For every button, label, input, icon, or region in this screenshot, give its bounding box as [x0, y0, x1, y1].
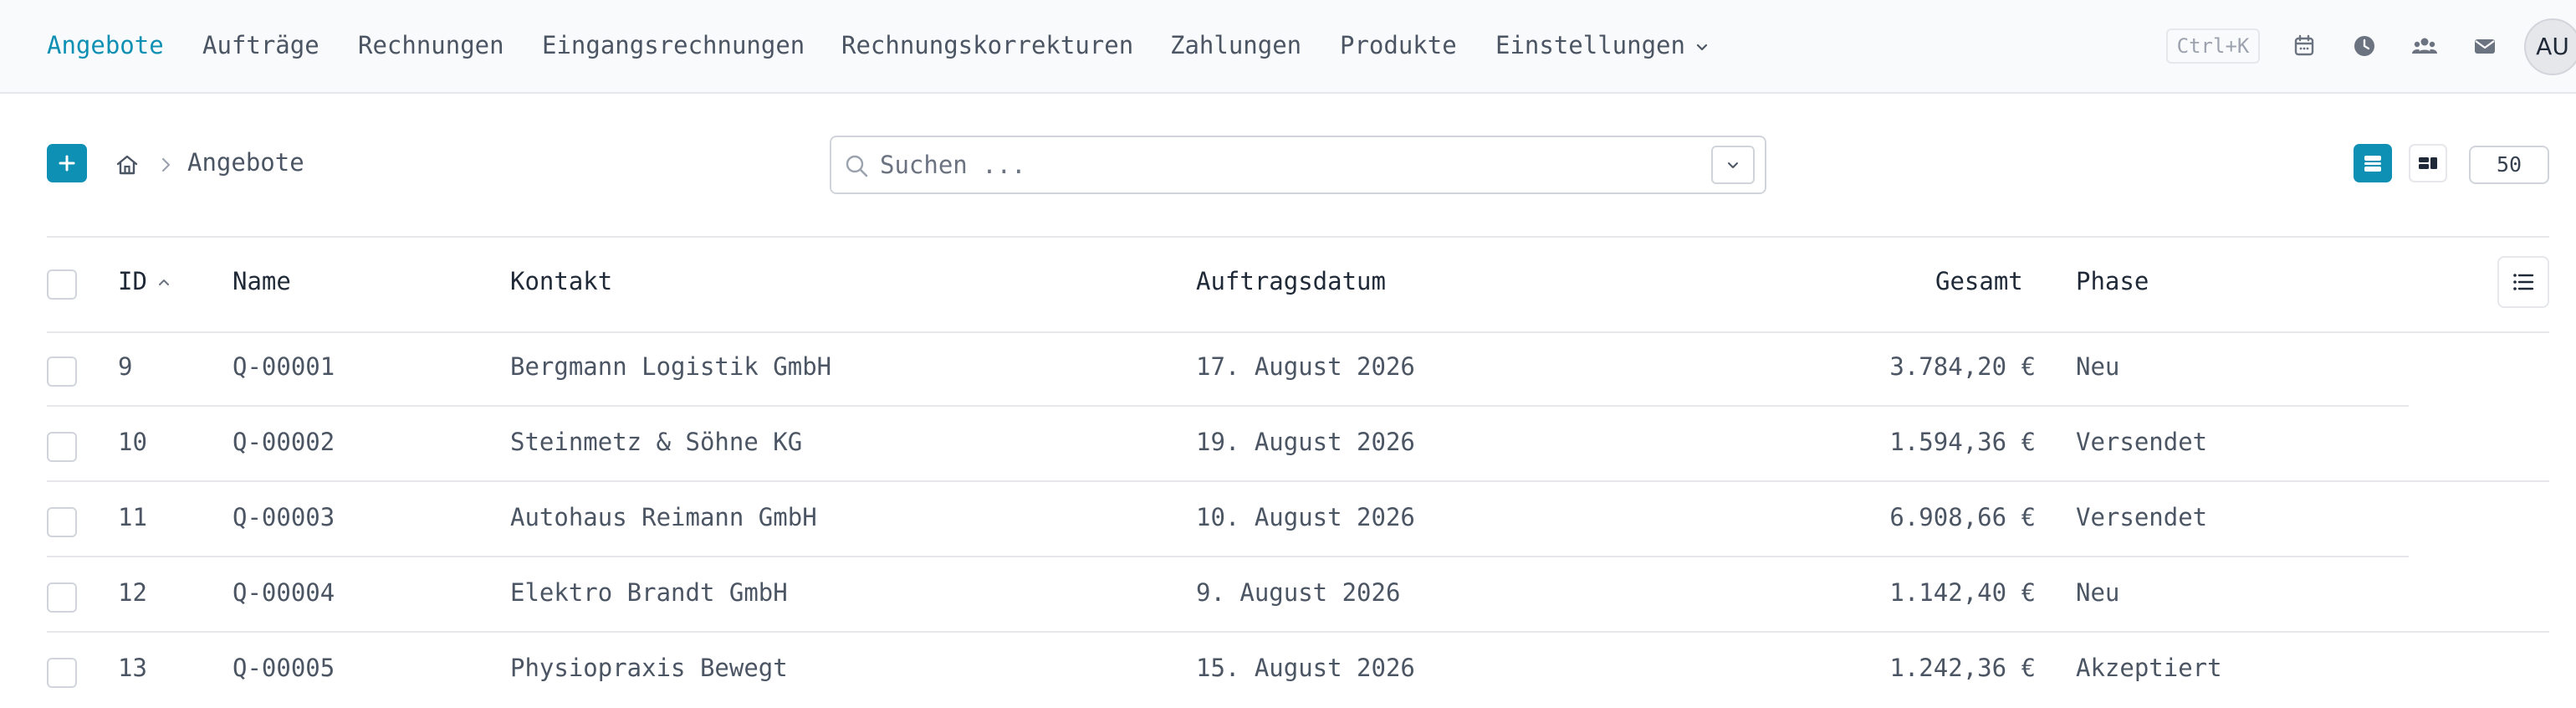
- search-box: [830, 136, 1766, 194]
- chevron-down-icon: [1696, 44, 1708, 51]
- calendar-icon[interactable]: [2290, 32, 2318, 60]
- cell-gesamt: 1.594,36 €: [1889, 428, 2036, 456]
- cell-auftragsdatum: 17. August 2026: [1196, 352, 1415, 381]
- breadcrumb-current: Angebote: [187, 148, 304, 177]
- search-input[interactable]: [880, 144, 1683, 186]
- list-view-button[interactable]: [2354, 144, 2392, 182]
- table-row[interactable]: 12 Q-00004 Elektro Brandt GmbH 9. August…: [0, 557, 2576, 633]
- nav-item-einstellungen-label: Einstellungen: [1495, 31, 1685, 59]
- cell-gesamt: 3.784,20 €: [1889, 352, 2036, 381]
- cell-gesamt: 1.242,36 €: [1889, 654, 2036, 682]
- sort-ascending-icon: [158, 280, 169, 285]
- cell-id: 13: [118, 654, 147, 682]
- cell-phase: Neu: [2076, 578, 2120, 607]
- column-header-kontakt[interactable]: Kontakt: [510, 266, 612, 296]
- list-view-icon: [2364, 156, 2381, 172]
- cell-kontakt: Steinmetz & Söhne KG: [510, 428, 803, 456]
- select-all-checkbox[interactable]: [47, 269, 77, 300]
- cell-auftragsdatum: 15. August 2026: [1196, 654, 1415, 682]
- cell-name: Q-00004: [233, 578, 335, 607]
- nav-item-rechnungen[interactable]: Rechnungen: [358, 30, 504, 60]
- kanban-view-icon: [2419, 157, 2437, 169]
- nav-item-auftraege[interactable]: Aufträge: [202, 30, 319, 60]
- cell-kontakt: Physiopraxis Bewegt: [510, 654, 788, 682]
- cell-gesamt: 1.142,40 €: [1889, 578, 2036, 607]
- user-avatar[interactable]: AU: [2524, 18, 2576, 75]
- cell-id: 10: [118, 428, 147, 456]
- column-header-id[interactable]: ID: [118, 266, 172, 296]
- row-checkbox[interactable]: [47, 432, 77, 462]
- column-header-id-label: ID: [118, 267, 147, 295]
- column-settings-button[interactable]: [2497, 256, 2549, 308]
- clock-icon[interactable]: [2350, 32, 2379, 60]
- page-size-select[interactable]: 50: [2469, 146, 2549, 184]
- cell-phase: Versendet: [2076, 428, 2208, 456]
- cell-kontakt: Elektro Brandt GmbH: [510, 578, 788, 607]
- cell-id: 11: [118, 503, 147, 531]
- search-filter-dropdown[interactable]: [1711, 146, 1755, 184]
- row-checkbox[interactable]: [47, 507, 77, 537]
- cell-kontakt: Autohaus Reimann GmbH: [510, 503, 817, 531]
- nav-item-einstellungen[interactable]: Einstellungen: [1495, 30, 1710, 60]
- table-row[interactable]: 10 Q-00002 Steinmetz & Söhne KG 19. Augu…: [0, 407, 2576, 482]
- column-header-gesamt[interactable]: Gesamt: [1935, 266, 2023, 296]
- search-icon: [846, 155, 868, 177]
- column-header-auftragsdatum[interactable]: Auftragsdatum: [1196, 266, 1386, 296]
- row-checkbox[interactable]: [47, 582, 77, 613]
- team-icon[interactable]: [2410, 32, 2439, 60]
- nav-item-produkte[interactable]: Produkte: [1340, 30, 1457, 60]
- cell-kontakt: Bergmann Logistik GmbH: [510, 352, 832, 381]
- cell-auftragsdatum: 9. August 2026: [1196, 578, 1401, 607]
- cell-id: 12: [118, 578, 147, 607]
- table-row[interactable]: 13 Q-00005 Physiopraxis Bewegt 15. Augus…: [0, 633, 2576, 708]
- cell-phase: Neu: [2076, 352, 2120, 381]
- table-row[interactable]: 9 Q-00001 Bergmann Logistik GmbH 17. Aug…: [0, 331, 2576, 407]
- table-top-divider: [47, 236, 2549, 238]
- row-checkbox[interactable]: [47, 357, 77, 387]
- cell-phase: Versendet: [2076, 503, 2208, 531]
- column-header-phase[interactable]: Phase: [2076, 266, 2149, 296]
- nav-item-zahlungen[interactable]: Zahlungen: [1170, 30, 1301, 60]
- nav-item-angebote[interactable]: Angebote: [47, 30, 164, 60]
- cell-name: Q-00002: [233, 428, 335, 456]
- nav-item-eingangsrechnungen[interactable]: Eingangsrechnungen: [542, 30, 805, 60]
- add-quote-button[interactable]: [47, 144, 87, 182]
- table-row[interactable]: 11 Q-00003 Autohaus Reimann GmbH 10. Aug…: [0, 482, 2576, 557]
- mail-icon[interactable]: [2471, 32, 2499, 60]
- cell-phase: Akzeptiert: [2076, 654, 2222, 682]
- command-palette-shortcut[interactable]: Ctrl+K: [2166, 28, 2260, 64]
- chevron-down-icon: [1728, 162, 1738, 168]
- cell-gesamt: 6.908,66 €: [1889, 503, 2036, 531]
- cell-name: Q-00003: [233, 503, 335, 531]
- top-navigation: Angebote Aufträge Rechnungen Eingangsrec…: [0, 0, 2576, 94]
- chevron-right-icon: [161, 157, 171, 172]
- plus-icon: [59, 155, 75, 172]
- nav-item-rechnungskorrekturen[interactable]: Rechnungskorrekturen: [841, 30, 1133, 60]
- cell-id: 9: [118, 352, 133, 381]
- list-settings-icon: [2513, 274, 2534, 290]
- column-header-name[interactable]: Name: [233, 266, 291, 296]
- home-icon[interactable]: [114, 151, 141, 178]
- cell-auftragsdatum: 19. August 2026: [1196, 428, 1415, 456]
- kanban-view-button[interactable]: [2409, 144, 2447, 182]
- row-checkbox[interactable]: [47, 658, 77, 688]
- cell-name: Q-00001: [233, 352, 335, 381]
- cell-auftragsdatum: 10. August 2026: [1196, 503, 1415, 531]
- cell-name: Q-00005: [233, 654, 335, 682]
